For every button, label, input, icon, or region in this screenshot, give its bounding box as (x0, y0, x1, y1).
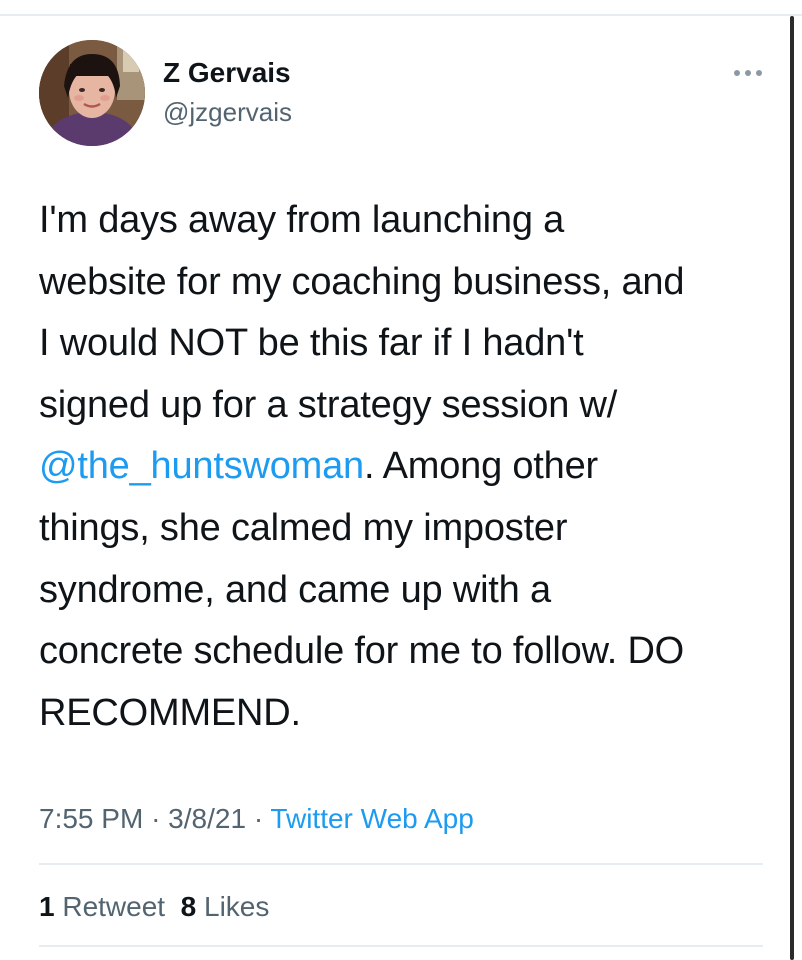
tweet-text: I'm days away from launching a website f… (39, 190, 779, 744)
scrollbar[interactable] (790, 16, 794, 960)
tweet-text-line: I would NOT be this far if I hadn't (39, 313, 779, 375)
likes-label: Likes (204, 891, 270, 922)
tweet-stats: 1 Retweet 8 Likes (39, 890, 269, 924)
text-segment: I would NOT be this far if I hadn't (39, 322, 584, 365)
avatar[interactable] (39, 40, 145, 146)
retweets-label: Retweet (62, 891, 166, 922)
tweet-text-line: RECOMMEND. (39, 683, 779, 745)
text-segment: things, she calmed my imposter (39, 506, 568, 549)
top-divider (0, 14, 802, 16)
avatar-photo (39, 40, 145, 146)
tweet-meta: 7:55 PM · 3/8/21 · Twitter Web App (39, 802, 474, 836)
tweet-text-line: signed up for a strategy session w/ (39, 375, 779, 437)
retweets-count: 1 (39, 891, 55, 922)
text-segment: RECOMMEND. (39, 691, 301, 734)
likes-stat[interactable]: 8 Likes (181, 891, 270, 922)
more-options-button[interactable] (730, 62, 766, 84)
tweet-text-line: website for my coaching business, and (39, 252, 779, 314)
author-handle[interactable]: @jzgervais (163, 97, 292, 127)
likes-count: 8 (180, 891, 197, 922)
tweet-text-line: I'm days away from launching a (39, 190, 779, 252)
divider (39, 863, 763, 865)
text-segment: I'm days away from launching a (39, 199, 565, 241)
meta-separator: · (253, 803, 264, 834)
text-segment: syndrome, and came up with a (39, 568, 551, 611)
tweet-text-line: things, she calmed my imposter (39, 498, 779, 560)
text-segment: concrete schedule for me to follow. DO (39, 630, 685, 673)
mention-link[interactable]: @the_huntswoman (39, 445, 364, 487)
tweet-text-line: @the_huntswoman. Among other (39, 436, 779, 498)
author-name[interactable]: Z Gervais (163, 57, 291, 89)
tweet-screenshot: Z Gervais @jzgervais I'm days away from … (0, 0, 802, 960)
tweet-text-line: concrete schedule for me to follow. DO (39, 621, 779, 683)
tweet-text-line: syndrome, and came up with a (39, 560, 779, 622)
text-segment: website for my coaching business, and (39, 260, 685, 303)
tweet-source-link[interactable]: Twitter Web App (270, 803, 473, 834)
tweet-date[interactable]: 3/8/21 (168, 803, 246, 834)
text-segment: . Among other (364, 445, 598, 488)
text-segment: signed up for a strategy session w/ (39, 383, 618, 426)
retweets-stat[interactable]: 1 Retweet (39, 891, 165, 922)
meta-separator: · (151, 803, 161, 834)
more-horizontal-icon (734, 70, 762, 76)
tweet-time[interactable]: 7:55 PM (39, 803, 143, 834)
divider (39, 945, 763, 947)
